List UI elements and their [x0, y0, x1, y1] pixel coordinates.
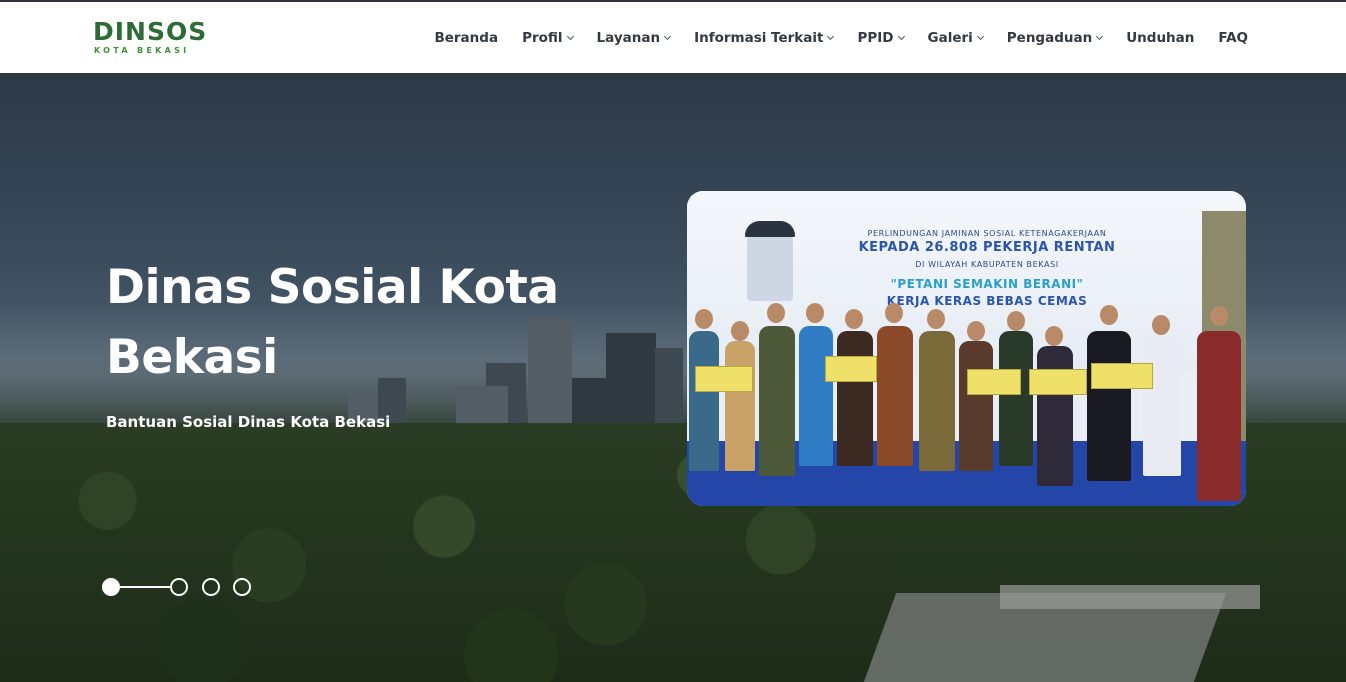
slider-dot-4[interactable]: [233, 578, 251, 596]
dinsos-logo[interactable]: DINSOS KOTA BEKASI: [93, 18, 206, 60]
hero-slider: Dinas Sosial Kota Bekasi Bantuan Sosial …: [0, 73, 1346, 682]
photo-person-head: [695, 309, 713, 329]
chevron-down-icon: [976, 32, 984, 40]
chevron-down-icon: [897, 32, 905, 40]
photo-person: [999, 331, 1033, 466]
photo-person-head: [967, 321, 985, 341]
donation-board: [1091, 363, 1153, 389]
photo-person-head: [885, 303, 903, 323]
photo-person-head: [767, 303, 785, 323]
slider-dot-1[interactable]: [102, 578, 120, 596]
photo-person-head: [731, 321, 749, 341]
nav-item-unduhan[interactable]: Unduhan: [1126, 30, 1194, 46]
nav-item-informasi-terkait[interactable]: Informasi Terkait: [694, 30, 835, 46]
nav-label: PPID: [857, 30, 894, 46]
nav-item-galeri[interactable]: Galeri: [927, 30, 984, 46]
hero-background-building-roof: [1000, 585, 1260, 609]
chevron-down-icon: [1096, 32, 1104, 40]
photo-person-head: [1210, 306, 1228, 326]
chevron-down-icon: [664, 32, 672, 40]
nav-label: Galeri: [927, 30, 973, 46]
photo-person: [799, 326, 833, 466]
chevron-down-icon: [827, 32, 835, 40]
photo-person: [689, 331, 719, 471]
nav-label: Beranda: [434, 30, 499, 46]
nav-item-profil[interactable]: Profil: [522, 30, 574, 46]
banner-text: "PETANI SEMAKIN BERANI": [890, 277, 1084, 291]
nav-item-ppid[interactable]: PPID: [857, 30, 905, 46]
nav-label: Pengaduan: [1006, 30, 1093, 46]
banner-text: KEPADA 26.808 PEKERJA RENTAN: [858, 240, 1116, 255]
banner-text: PERLINDUNGAN JAMINAN SOSIAL KETENAGAKERJ…: [867, 229, 1107, 238]
photo-person: [837, 331, 873, 466]
nav-label: Layanan: [596, 30, 661, 46]
photo-person-head: [1045, 326, 1063, 346]
photo-person-head: [806, 303, 824, 323]
photo-person-head: [1100, 305, 1118, 325]
slider-progress-line: [120, 586, 172, 588]
donation-board: [825, 356, 877, 382]
photo-person-head: [1152, 315, 1170, 335]
photo-person: [919, 331, 955, 471]
photo-person: [759, 326, 795, 476]
hero-subtitle: Bantuan Sosial Dinas Kota Bekasi: [106, 413, 391, 431]
slider-pagination: [102, 577, 262, 597]
photo-person: [1143, 336, 1181, 476]
nav-item-faq[interactable]: FAQ: [1218, 30, 1248, 46]
photo-person-head: [1007, 311, 1025, 331]
donation-board: [1029, 369, 1087, 395]
nav-item-beranda[interactable]: Beranda: [434, 30, 498, 46]
photo-person: [1197, 331, 1241, 501]
slide-photo: PERLINDUNGAN JAMINAN SOSIAL KETENAGAKERJ…: [687, 191, 1246, 506]
nav-label: FAQ: [1218, 30, 1248, 46]
nav-item-pengaduan[interactable]: Pengaduan: [1006, 30, 1104, 46]
nav-label: Unduhan: [1126, 30, 1195, 46]
slider-dot-2[interactable]: [170, 578, 188, 596]
logo-main-text: DINSOS: [93, 17, 208, 46]
photo-person: [959, 341, 993, 471]
nav-label: Informasi Terkait: [694, 30, 824, 46]
logo-sub-text: KOTA BEKASI: [94, 46, 190, 55]
hero-title: Dinas Sosial Kota Bekasi: [106, 260, 559, 385]
nav-label: Profil: [522, 30, 563, 46]
main-nav: Beranda Profil Layanan Informasi Terkait…: [434, 27, 1248, 49]
nav-item-layanan[interactable]: Layanan: [596, 30, 672, 46]
donation-board: [695, 366, 753, 392]
photo-person: [877, 326, 913, 466]
donation-board: [967, 369, 1021, 395]
photo-person-head: [927, 309, 945, 329]
slider-dot-3[interactable]: [202, 578, 220, 596]
banner-text: KERJA KERAS BEBAS CEMAS: [886, 294, 1088, 308]
site-header: DINSOS KOTA BEKASI Beranda Profil Layana…: [0, 2, 1346, 73]
photo-person: [1087, 331, 1131, 481]
photo-person: [1037, 346, 1073, 486]
photo-person-head: [845, 309, 863, 329]
banner-text: DI WILAYAH KABUPATEN BEKASI: [915, 260, 1059, 269]
chevron-down-icon: [566, 32, 574, 40]
photo-person: [725, 341, 755, 471]
